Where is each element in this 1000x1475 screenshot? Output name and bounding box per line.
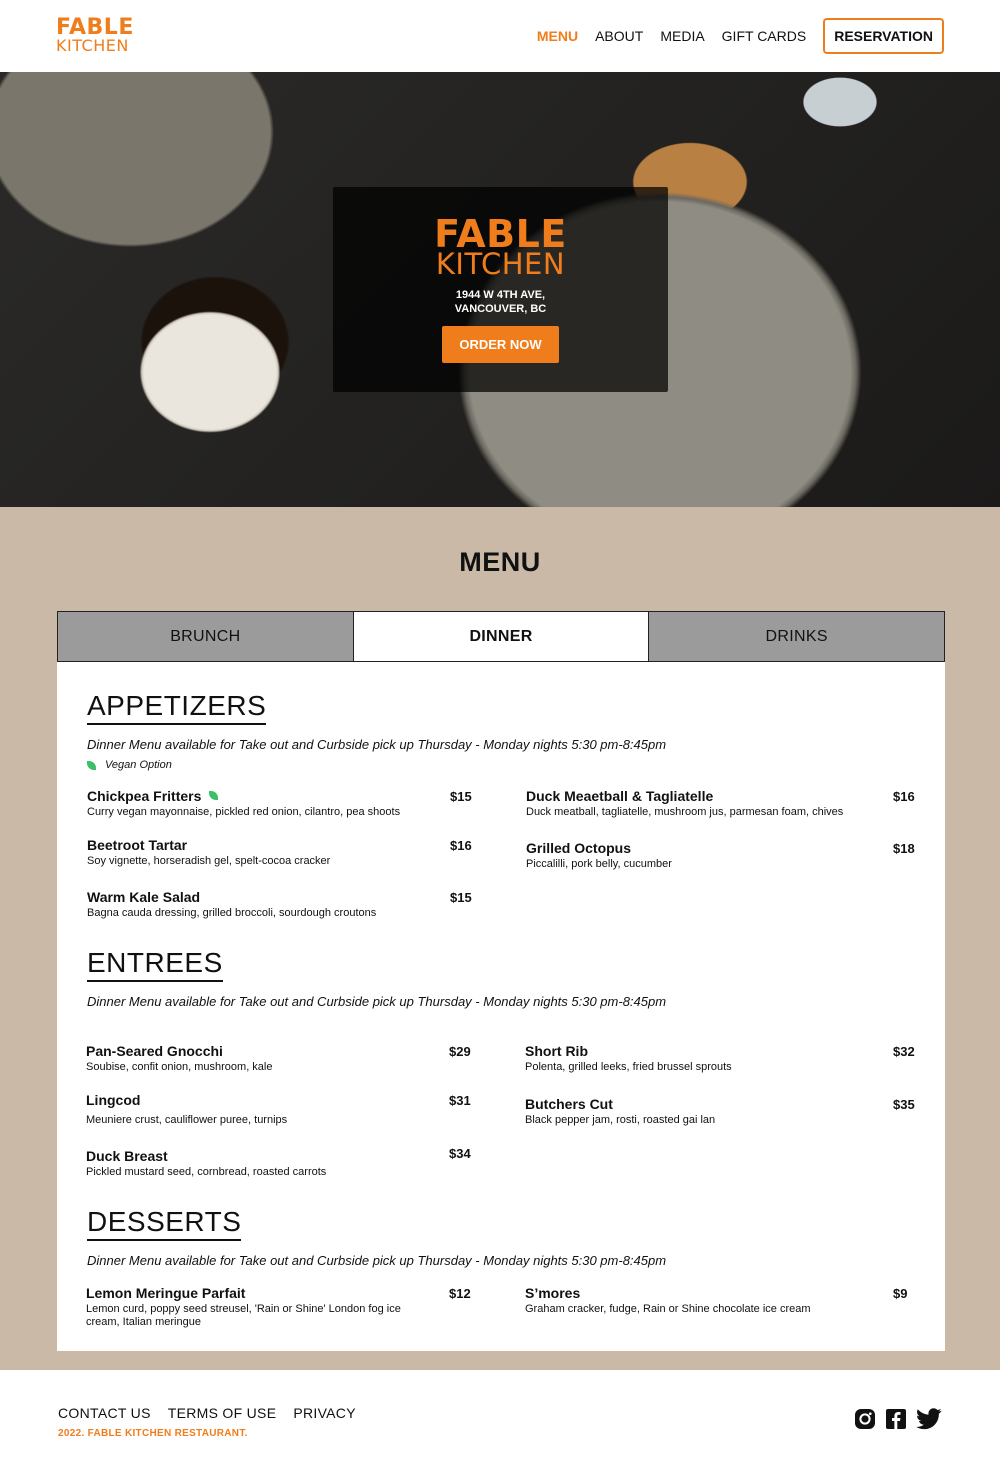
item-desc: Black pepper jam, rosti, roasted gai lan xyxy=(525,1114,716,1126)
copyright-text: 2022. FABLE KITCHEN RESTAURANT. xyxy=(58,1428,248,1439)
menu-item: Grilled Octopus Piccalilli, pork belly, … xyxy=(526,840,886,871)
menu-item: Beetroot Tartar Soy vignette, horseradis… xyxy=(87,837,437,868)
section-desserts: DESSERTS Dinner Menu available for Take … xyxy=(86,1206,917,1336)
item-price: $12 xyxy=(449,1286,471,1301)
menu-item: Lemon Meringue Parfait Lemon curd, poppy… xyxy=(86,1285,436,1329)
tab-dinner[interactable]: DINNER xyxy=(352,612,649,661)
site-header: FABLE KITCHEN MENU ABOUT MEDIA GIFT CARD… xyxy=(0,0,1000,72)
item-desc: Lemon curd, poppy seed streusel, 'Rain o… xyxy=(86,1303,401,1328)
item-price: $29 xyxy=(449,1044,471,1059)
brand-logo-line2: KITCHEN xyxy=(56,36,129,55)
instagram-icon[interactable] xyxy=(854,1408,876,1435)
item-name: Short Rib xyxy=(525,1043,588,1059)
vegan-legend-label: Vegan Option xyxy=(105,759,172,771)
hero-address-line1: 1944 W 4TH AVE, xyxy=(455,289,546,301)
menu-section: MENU BRUNCH DINNER DRINKS APPETIZERS Din… xyxy=(0,507,1000,1370)
facebook-icon[interactable] xyxy=(885,1408,907,1435)
hero-banner: FABLE KITCHEN 1944 W 4TH AVE, VANCOUVER,… xyxy=(0,72,1000,507)
leaf-icon xyxy=(209,791,219,800)
item-price: $16 xyxy=(450,838,472,853)
item-desc: Graham cracker, fudge, Rain or Shine cho… xyxy=(525,1303,811,1315)
hero-logo: FABLE KITCHEN xyxy=(333,215,668,279)
site-footer: CONTACT US TERMS OF USE PRIVACY 2022. FA… xyxy=(0,1370,1000,1475)
item-name: Duck Meaetball & Tagliatelle xyxy=(526,788,714,804)
main-nav: MENU ABOUT MEDIA GIFT CARDS RESERVATION xyxy=(520,18,944,54)
item-name: S’mores xyxy=(525,1285,581,1301)
item-name: Warm Kale Salad xyxy=(87,889,201,905)
section-title: ENTREES xyxy=(87,947,223,982)
menu-heading: MENU xyxy=(459,547,541,577)
item-desc: Piccalilli, pork belly, cucumber xyxy=(526,858,672,870)
item-name: Beetroot Tartar xyxy=(87,837,188,853)
item-price: $32 xyxy=(893,1044,915,1059)
hero-address: 1944 W 4TH AVE, VANCOUVER, BC xyxy=(333,288,668,316)
item-name: Lemon Meringue Parfait xyxy=(86,1285,246,1301)
menu-item: Short Rib Polenta, grilled leeks, fried … xyxy=(525,1043,885,1074)
item-price: $9 xyxy=(893,1286,908,1301)
item-price: $34 xyxy=(449,1146,471,1161)
item-name: Grilled Octopus xyxy=(526,840,632,856)
section-entrees: ENTREES Dinner Menu available for Take o… xyxy=(86,947,917,1179)
item-desc: Polenta, grilled leeks, fried brussel sp… xyxy=(525,1061,732,1073)
nav-item-menu[interactable]: MENU xyxy=(537,28,578,44)
menu-item: S’mores Graham cracker, fudge, Rain or S… xyxy=(525,1285,885,1316)
section-note: Dinner Menu available for Take out and C… xyxy=(87,994,667,1009)
item-name: Lingcod xyxy=(86,1092,141,1108)
menu-item: Lingcod Meuniere crust, cauliflower pure… xyxy=(86,1092,436,1127)
menu-item: Warm Kale Salad Bagna cauda dressing, gr… xyxy=(87,889,437,920)
item-price: $35 xyxy=(893,1097,915,1112)
menu-tabs: BRUNCH DINNER DRINKS xyxy=(57,611,945,662)
hero-logo-line2: KITCHEN xyxy=(435,247,566,281)
order-now-button[interactable]: ORDER NOW xyxy=(442,326,559,363)
menu-item: Butchers Cut Black pepper jam, rosti, ro… xyxy=(525,1096,885,1127)
menu-item: Pan-Seared Gnocchi Soubise, confit onion… xyxy=(86,1043,436,1074)
twitter-icon[interactable] xyxy=(916,1408,942,1435)
item-desc: Duck meatball, tagliatelle, mushroom jus… xyxy=(526,806,844,818)
section-appetizers: APPETIZERS Dinner Menu available for Tak… xyxy=(87,690,917,920)
section-title: DESSERTS xyxy=(87,1206,242,1241)
nav-item-about[interactable]: ABOUT xyxy=(595,28,643,44)
item-price: $16 xyxy=(893,789,915,804)
footer-link-terms-of-use[interactable]: TERMS OF USE xyxy=(168,1405,277,1421)
item-desc: Soubise, confit onion, mushroom, kale xyxy=(86,1061,273,1073)
section-note: Dinner Menu available for Take out and C… xyxy=(87,737,667,752)
vegan-legend: Vegan Option xyxy=(87,759,917,771)
footer-links: CONTACT US TERMS OF USE PRIVACY xyxy=(58,1405,373,1421)
item-price: $15 xyxy=(450,789,472,804)
social-links xyxy=(845,1408,942,1435)
leaf-icon xyxy=(87,760,96,770)
menu-item: Duck Breast Pickled mustard seed, cornbr… xyxy=(86,1148,436,1179)
nav-item-media[interactable]: MEDIA xyxy=(660,28,704,44)
hero-overlay: FABLE KITCHEN 1944 W 4TH AVE, VANCOUVER,… xyxy=(333,187,668,392)
item-desc: Meuniere crust, cauliflower puree, turni… xyxy=(86,1114,288,1126)
item-price: $31 xyxy=(449,1093,471,1108)
hero-address-line2: VANCOUVER, BC xyxy=(454,303,547,315)
item-name: Butchers Cut xyxy=(525,1096,613,1112)
item-price: $18 xyxy=(893,841,915,856)
item-desc: Soy vignette, horseradish gel, spelt-coc… xyxy=(87,855,331,867)
menu-item: Duck Meaetball & Tagliatelle Duck meatba… xyxy=(526,788,886,819)
footer-link-contact-us[interactable]: CONTACT US xyxy=(58,1405,151,1421)
tab-brunch[interactable]: BRUNCH xyxy=(58,612,353,661)
menu-panel: APPETIZERS Dinner Menu available for Tak… xyxy=(57,662,945,1351)
item-name: Pan-Seared Gnocchi xyxy=(86,1043,223,1059)
section-title: APPETIZERS xyxy=(87,690,267,725)
item-desc: Pickled mustard seed, cornbread, roasted… xyxy=(86,1166,327,1178)
menu-item: Chickpea Fritters Curry vegan mayonnaise… xyxy=(87,788,437,819)
brand-logo[interactable]: FABLE KITCHEN xyxy=(56,17,134,54)
item-name: Duck Breast xyxy=(86,1148,168,1164)
item-desc: Curry vegan mayonnaise, pickled red onio… xyxy=(87,806,401,818)
section-note: Dinner Menu available for Take out and C… xyxy=(87,1253,667,1268)
footer-link-privacy[interactable]: PRIVACY xyxy=(293,1405,356,1421)
nav-item-gift-cards[interactable]: GIFT CARDS xyxy=(722,28,807,44)
item-price: $15 xyxy=(450,890,472,905)
item-name: Chickpea Fritters xyxy=(87,788,202,804)
reservation-button[interactable]: RESERVATION xyxy=(823,18,944,54)
item-desc: Bagna cauda dressing, grilled broccoli, … xyxy=(87,907,377,919)
tab-drinks[interactable]: DRINKS xyxy=(648,612,945,661)
